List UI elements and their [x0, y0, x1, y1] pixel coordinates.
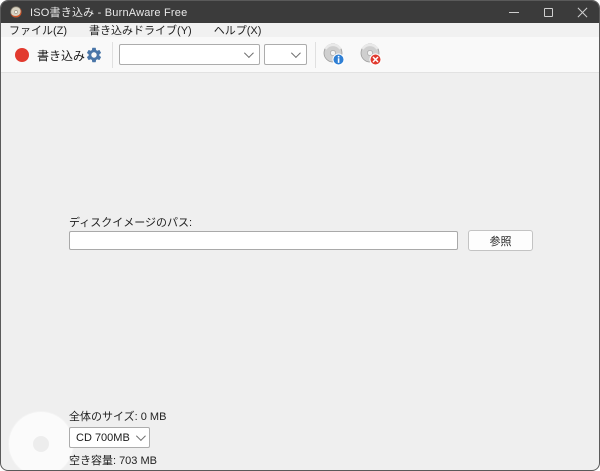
chevron-down-icon — [135, 431, 146, 442]
window-controls — [497, 1, 599, 23]
toolbar-separator — [315, 42, 316, 68]
burnaware-window: ISO書き込み - BurnAware Free ファイル(Z) 書き込みドライ… — [0, 0, 600, 471]
burn-button[interactable]: 書き込み — [9, 42, 91, 68]
maximize-icon — [543, 7, 553, 17]
total-size-label: 全体のサイズ: — [69, 411, 138, 423]
menu-file[interactable]: ファイル(Z) — [9, 22, 67, 38]
menubar: ファイル(Z) 書き込みドライブ(Y) ヘルプ(X) — [1, 23, 599, 37]
titlebar: ISO書き込み - BurnAware Free — [1, 1, 599, 23]
chevron-down-icon — [243, 48, 254, 59]
app-icon — [10, 6, 22, 18]
drive-select[interactable] — [119, 44, 260, 65]
free-space-label: 空き容量: — [69, 455, 117, 467]
free-space-value: 703 MB — [119, 455, 157, 467]
disc-info-icon — [323, 43, 345, 66]
disc-erase-button[interactable] — [357, 41, 385, 69]
close-button[interactable] — [565, 1, 599, 23]
minimize-icon — [509, 11, 519, 13]
free-space-line: 空き容量: 703 MB — [69, 452, 160, 468]
settings-button[interactable] — [81, 42, 107, 68]
toolbar-separator — [112, 42, 113, 68]
toolbar: 書き込み — [1, 37, 599, 73]
speed-select[interactable] — [264, 44, 307, 65]
disc-erase-icon — [360, 43, 382, 66]
menu-help[interactable]: ヘルプ(X) — [214, 22, 262, 38]
close-icon — [577, 7, 588, 18]
gear-icon — [86, 47, 102, 63]
menu-burn-drive[interactable]: 書き込みドライブ(Y) — [89, 22, 192, 38]
window-title: ISO書き込み - BurnAware Free — [30, 7, 188, 19]
total-size-value: 0 MB — [140, 411, 167, 423]
disc-image-path-label: ディスクイメージのパス: — [69, 217, 193, 229]
total-size-line: 全体のサイズ: 0 MB — [69, 408, 169, 424]
burn-record-icon — [15, 48, 29, 62]
maximize-button[interactable] — [531, 1, 565, 23]
browse-button-label: 参照 — [489, 235, 512, 248]
disc-image-path-input[interactable] — [69, 231, 458, 250]
chevron-down-icon — [290, 48, 301, 59]
media-type-value: CD 700MB — [76, 431, 130, 444]
minimize-button[interactable] — [497, 1, 531, 23]
disc-info-button[interactable] — [320, 41, 348, 69]
browse-button[interactable]: 参照 — [468, 230, 533, 251]
disc-graphic — [9, 412, 73, 470]
burn-button-label: 書き込み — [37, 48, 86, 63]
media-type-select[interactable]: CD 700MB — [69, 427, 150, 448]
